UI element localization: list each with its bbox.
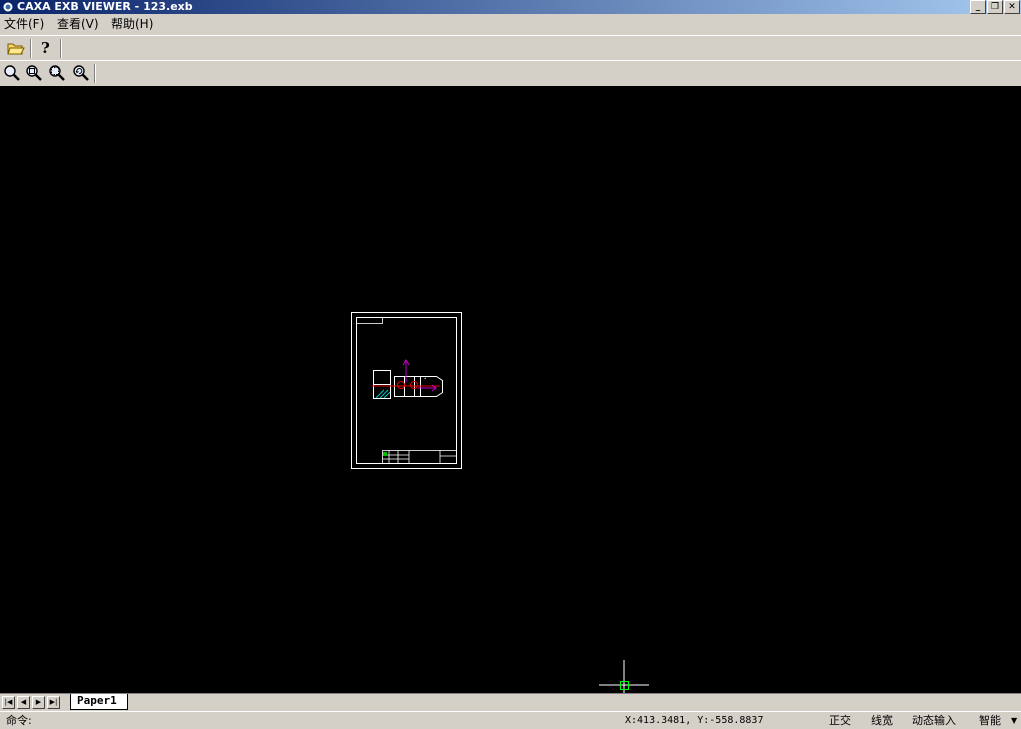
- menu-view[interactable]: 查看(V): [53, 14, 103, 34]
- zoom-window-button[interactable]: [23, 63, 45, 83]
- svg-text:•: •: [424, 376, 426, 381]
- menu-file[interactable]: 文件(F): [0, 14, 48, 34]
- help-button[interactable]: ?: [35, 38, 57, 58]
- menu-help[interactable]: 帮助(H): [107, 14, 157, 34]
- close-button[interactable]: ✕: [1004, 0, 1020, 14]
- snap-dropdown-icon[interactable]: ▼: [1011, 714, 1017, 728]
- help-icon: ?: [41, 39, 50, 57]
- window-title: CAXA EXB VIEWER - 123.exb: [17, 0, 193, 13]
- zoom-previous-button[interactable]: [70, 63, 92, 83]
- zoom-all-button[interactable]: [46, 63, 68, 83]
- window-titlebar[interactable]: CAXA EXB VIEWER - 123.exb _ ❐ ✕: [0, 0, 1021, 14]
- crosshair-cursor: [599, 660, 649, 693]
- first-tab-button[interactable]: |◀: [2, 696, 15, 709]
- zoom-button[interactable]: [1, 63, 23, 83]
- toolbar-separator: [94, 64, 96, 83]
- dynamic-input-toggle[interactable]: 动态输入: [912, 714, 956, 728]
- coordinate-readout: X:413.3481, Y:-558.8837: [625, 715, 764, 726]
- part-drawing: •: [372, 359, 443, 399]
- status-bar: 命令: X:413.3481, Y:-558.8837 正交 线宽 动态输入 智…: [0, 711, 1021, 729]
- next-tab-button[interactable]: ▶: [32, 696, 45, 709]
- app-icon: [2, 1, 14, 13]
- toolbar-separator: [30, 39, 32, 58]
- zoom-toolbar: [0, 60, 1021, 87]
- open-folder-icon: [7, 43, 25, 55]
- standard-toolbar: ?: [0, 35, 1021, 61]
- zoom-icon: [4, 65, 20, 81]
- restore-button[interactable]: ❐: [987, 0, 1003, 14]
- title-block: [382, 450, 457, 464]
- zoom-previous-icon: [73, 65, 89, 81]
- toolbar-separator: [60, 39, 62, 58]
- minimize-button[interactable]: _: [970, 0, 986, 14]
- svg-text:?: ?: [41, 39, 50, 57]
- layout-tab-bar: |◀ ◀ ▶ ▶| Paper1: [0, 693, 1021, 711]
- prev-tab-button[interactable]: ◀: [17, 696, 30, 709]
- snap-mode-select[interactable]: 智能: [979, 714, 1001, 728]
- tab-paper1[interactable]: Paper1: [70, 694, 128, 710]
- ortho-toggle[interactable]: 正交: [829, 714, 851, 728]
- last-tab-button[interactable]: ▶|: [47, 696, 60, 709]
- drawing-sheet: •: [351, 312, 649, 693]
- zoom-window-icon: [26, 65, 42, 81]
- zoom-all-icon: [49, 65, 65, 81]
- drawing-canvas[interactable]: •: [0, 86, 1021, 693]
- line-width-toggle[interactable]: 线宽: [871, 714, 893, 728]
- open-file-button[interactable]: [5, 38, 27, 58]
- menu-bar: 文件(F) 查看(V) 帮助(H): [0, 14, 1021, 34]
- command-prompt[interactable]: 命令:: [6, 714, 32, 728]
